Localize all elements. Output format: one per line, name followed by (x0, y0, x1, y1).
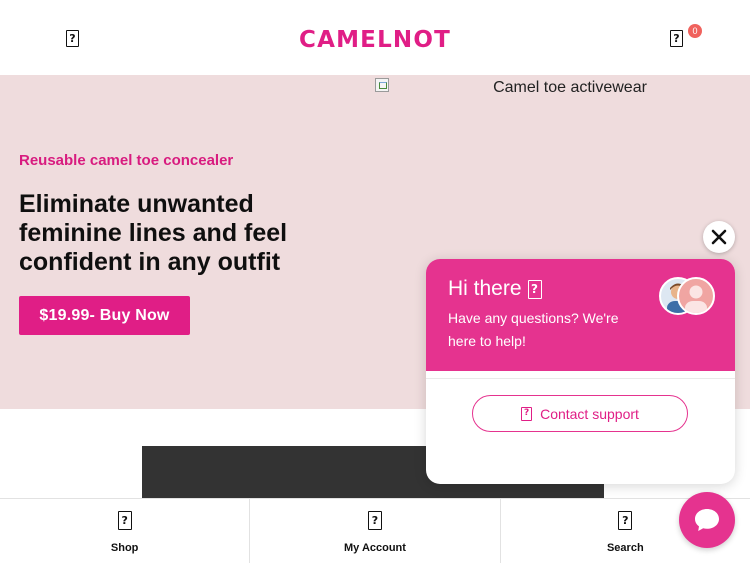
cart-icon[interactable]: ? (670, 30, 683, 47)
chat-launcher-button[interactable] (679, 492, 735, 548)
account-icon: ? (367, 511, 382, 530)
contact-support-label: Contact support (540, 405, 639, 422)
chat-close-button[interactable] (703, 221, 735, 253)
hero-headline: Eliminate unwanted feminine lines and fe… (19, 190, 288, 276)
chat-greeting-text: Hi there (448, 277, 522, 300)
nav-label-search: Search (606, 542, 644, 554)
close-icon (711, 229, 727, 245)
shop-icon: ? (117, 511, 132, 530)
nav-item-my-account[interactable]: ? My Account (249, 499, 499, 563)
nav-label-shop: Shop (110, 542, 139, 554)
cart-count-badge: 0 (688, 24, 702, 38)
nav-item-shop[interactable]: ? Shop (0, 499, 249, 563)
hero-image-alt-text: Camel toe activewear (493, 79, 647, 96)
hero-image: Camel toe activewear (375, 77, 750, 99)
search-icon: ? (618, 511, 633, 530)
site-header: ? CAMELNOT ? 0 (0, 0, 750, 75)
buy-now-button[interactable]: $19.99- Buy Now (19, 296, 190, 335)
contact-support-button[interactable]: ? Contact support (472, 395, 688, 432)
chat-bubble-icon (695, 509, 719, 531)
agent-avatar (677, 277, 715, 315)
chat-header: Hi there ? Have any questions? We're her… (426, 259, 735, 371)
site-logo[interactable]: CAMELNOT (0, 27, 750, 53)
chat-greeting: Hi there ? (448, 277, 542, 301)
chat-panel: Hi there ? Have any questions? We're her… (426, 259, 735, 484)
chat-divider (426, 371, 735, 379)
nav-label-my-account: My Account (344, 542, 406, 554)
contact-icon: ? (521, 406, 533, 421)
hero-kicker: Reusable camel toe concealer (19, 152, 234, 169)
wave-icon: ? (527, 279, 542, 299)
bottom-nav: ? Shop ? My Account ? Search (0, 498, 750, 563)
chat-subtitle: Have any questions? We're here to help! (448, 310, 619, 349)
